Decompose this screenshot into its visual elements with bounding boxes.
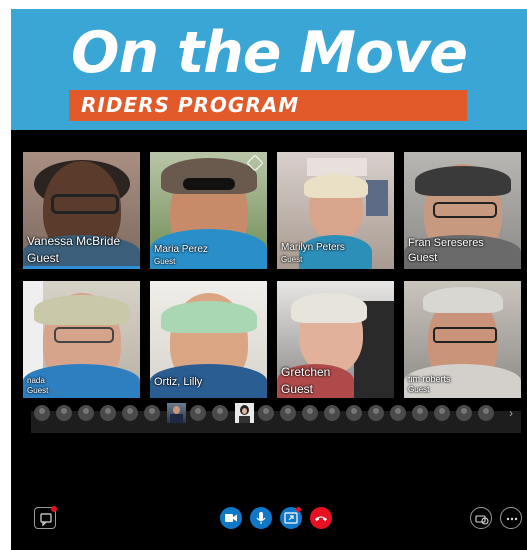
participant-thumbnail[interactable] [456,405,472,421]
participant-name: tim roberts [408,374,451,384]
strip-next-arrow-icon[interactable]: › [509,405,513,421]
participant-name: Maria Perez [154,244,208,255]
participant-thumbnail[interactable] [78,405,94,421]
participant-role: Guest [408,385,430,394]
devices-button[interactable] [470,507,492,529]
video-icon [225,514,237,522]
participant-thumbnail[interactable] [144,405,160,421]
microphone-button[interactable] [250,507,272,529]
share-screen-button[interactable] [280,507,302,529]
participant-thumbnail[interactable] [434,405,450,421]
speaking-indicator [23,266,140,269]
video-tile-tim-roberts[interactable]: tim roberts Guest [404,281,521,398]
participant-thumbnail[interactable] [190,405,206,421]
more-icon [506,517,518,521]
chat-button[interactable] [34,506,57,529]
participant-thumbnail[interactable] [478,405,494,421]
video-tile-gretchen[interactable]: Gretchen Guest [277,281,394,398]
participant-thumbnail[interactable] [258,405,274,421]
microphone-icon [256,512,266,524]
participant-thumbnail[interactable] [212,405,228,421]
hang-up-button[interactable] [310,507,332,529]
hang-up-icon [315,516,327,521]
participant-thumbnail-photo[interactable] [235,403,254,423]
banner-subtitle: RIDERS PROGRAM [69,90,467,121]
participant-role: Guest [154,257,176,266]
participant-thumbnail-photo[interactable] [167,403,186,423]
notification-dot [51,506,57,512]
participant-name: nada [27,376,45,385]
participant-role: Guest [27,251,60,265]
participant-name: Vanessa McBride [27,234,121,248]
participant-name: Gretchen [281,365,331,379]
participant-thumbnail[interactable] [346,405,362,421]
participant-role: Guest [408,252,438,264]
participant-name: Ortiz, Lilly [154,376,203,388]
participant-role: Guest [281,382,314,396]
participant-thumbnail[interactable] [412,405,428,421]
participant-name: Marilyn Peters [281,242,345,253]
devices-icon [475,515,489,525]
participant-role: Guest [281,255,303,264]
video-tile-ortiz-lilly[interactable]: Ortiz, Lilly [150,281,267,398]
meeting-window: On the Move RIDERS PROGRAM Vanessa McBri… [11,9,527,550]
video-tile-nada[interactable]: nada Guest [23,281,140,398]
participant-thumbnail[interactable] [280,405,296,421]
video-tile-marilyn-peters[interactable]: Marilyn Peters Guest [277,152,394,269]
banner-title: On the Move [71,20,468,86]
participant-role: Guest [27,386,49,395]
participant-thumbnail[interactable] [324,405,340,421]
more-options-button[interactable] [500,507,522,529]
participant-name: Fran Sereseres [408,237,484,249]
notification-dot [296,507,301,512]
participant-thumbnail[interactable] [34,405,50,421]
participant-thumbnail[interactable] [302,405,318,421]
video-button[interactable] [220,507,242,529]
video-tile-vanessa-mcbride[interactable]: Vanessa McBride Guest [23,152,140,269]
participant-thumbnail[interactable] [56,405,72,421]
shared-content-banner: On the Move RIDERS PROGRAM [11,9,527,130]
participant-thumbnail[interactable] [122,405,138,421]
participant-thumbnail[interactable] [390,405,406,421]
video-tile-fran-sereseres[interactable]: Fran Sereseres Guest [404,152,521,269]
video-tile-maria-perez[interactable]: Maria Perez Guest [150,152,267,269]
participant-thumbnail[interactable] [100,405,116,421]
participant-thumbnail[interactable] [368,405,384,421]
